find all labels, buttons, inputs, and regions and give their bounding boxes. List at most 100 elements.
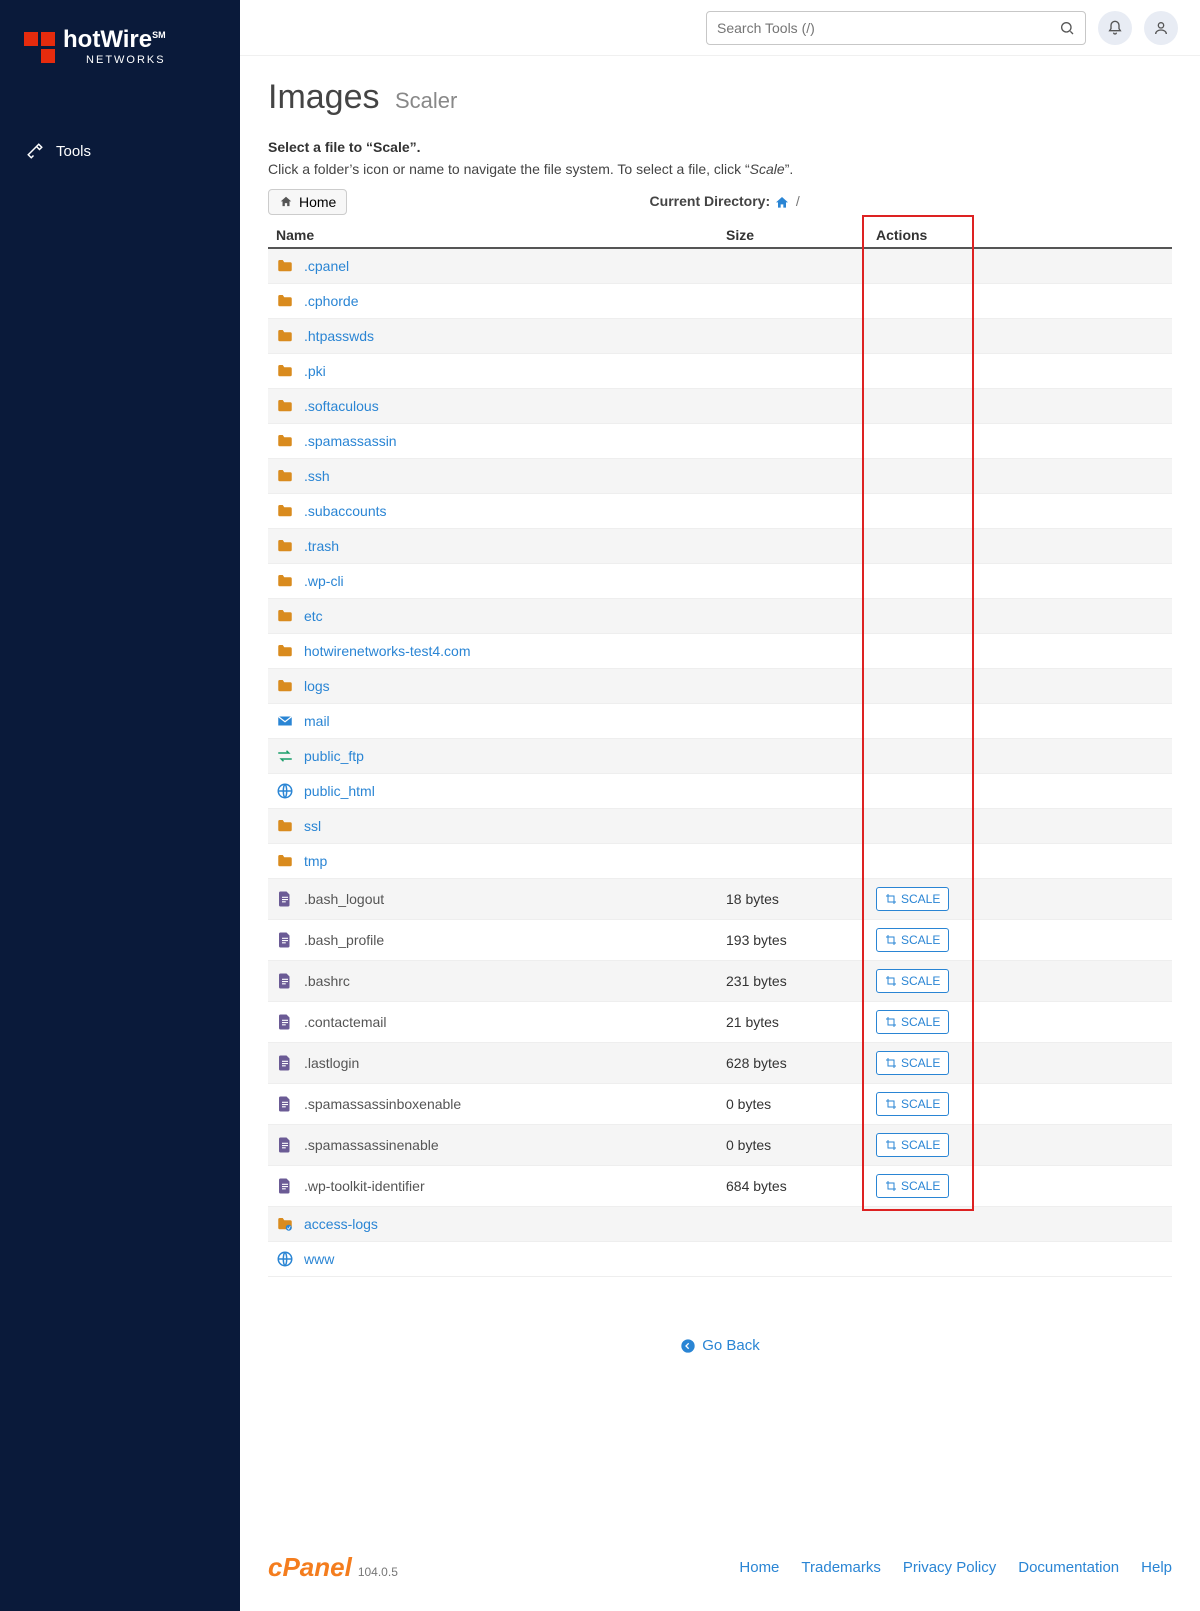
mail-icon[interactable]: [276, 712, 294, 730]
folder-icon[interactable]: [276, 502, 294, 520]
folder-link[interactable]: tmp: [304, 853, 327, 869]
folder-link[interactable]: etc: [304, 608, 323, 624]
globe-icon[interactable]: [276, 782, 294, 800]
footer-link-trademarks[interactable]: Trademarks: [801, 1559, 880, 1576]
table-row: mail: [268, 704, 1172, 739]
folder-link[interactable]: .cpanel: [304, 258, 349, 274]
folder-link[interactable]: hotwirenetworks-test4.com: [304, 643, 471, 659]
folder-link[interactable]: public_html: [304, 783, 375, 799]
brand-logo[interactable]: hotWireSM NETWORKS: [0, 0, 240, 98]
scale-label: SCALE: [901, 933, 940, 947]
table-row: .wp-cli: [268, 564, 1172, 599]
table-row: .trash: [268, 529, 1172, 564]
folder-link[interactable]: ssl: [304, 818, 321, 834]
folder-icon[interactable]: [276, 327, 294, 345]
file-icon: [276, 1095, 294, 1113]
folder-icon[interactable]: [276, 852, 294, 870]
footer-link-documentation[interactable]: Documentation: [1018, 1559, 1119, 1576]
folder-link[interactable]: logs: [304, 678, 330, 694]
go-back-link[interactable]: Go Back: [680, 1337, 760, 1354]
folder-link[interactable]: access-logs: [304, 1216, 378, 1232]
scale-button[interactable]: SCALE: [876, 1133, 949, 1157]
folder-link[interactable]: .subaccounts: [304, 503, 387, 519]
logo-mark-icon: [24, 32, 55, 63]
folder-link[interactable]: .htpasswds: [304, 328, 374, 344]
file-name: .spamassassinenable: [304, 1137, 439, 1153]
folder-icon[interactable]: [276, 607, 294, 625]
folder-link[interactable]: .trash: [304, 538, 339, 554]
folder-link[interactable]: public_ftp: [304, 748, 364, 764]
user-icon: [1153, 20, 1169, 36]
file-size: [718, 529, 868, 564]
footer-link-home[interactable]: Home: [739, 1559, 779, 1576]
account-button[interactable]: [1144, 11, 1178, 45]
table-row: .bash_logout 18 bytes SCALE: [268, 879, 1172, 920]
scale-button[interactable]: SCALE: [876, 1174, 949, 1198]
table-row: .htpasswds: [268, 319, 1172, 354]
file-size: [718, 424, 868, 459]
folder-icon[interactable]: [276, 292, 294, 310]
sidebar-item-tools[interactable]: Tools: [0, 132, 240, 170]
table-row: .bashrc 231 bytes SCALE: [268, 961, 1172, 1002]
globe-icon[interactable]: [276, 1250, 294, 1268]
file-icon: [276, 1013, 294, 1031]
file-size: [718, 459, 868, 494]
folder-link[interactable]: mail: [304, 713, 330, 729]
folder-icon[interactable]: [276, 817, 294, 835]
folder-link[interactable]: .softaculous: [304, 398, 379, 414]
folder-icon[interactable]: [276, 432, 294, 450]
home-button[interactable]: Home: [268, 189, 347, 215]
folder-icon[interactable]: [276, 642, 294, 660]
scale-button[interactable]: SCALE: [876, 1092, 949, 1116]
scale-button[interactable]: SCALE: [876, 969, 949, 993]
folder-icon[interactable]: [276, 467, 294, 485]
footer-link-privacy-policy[interactable]: Privacy Policy: [903, 1559, 996, 1576]
sidebar-item-label: Tools: [56, 143, 91, 160]
folder-link[interactable]: .spamassassin: [304, 433, 397, 449]
current-directory: Current Directory: /: [347, 193, 1102, 210]
table-row: etc: [268, 599, 1172, 634]
file-size: 628 bytes: [718, 1043, 868, 1084]
home-path-icon[interactable]: [774, 195, 790, 211]
crop-icon: [885, 1098, 897, 1110]
scale-button[interactable]: SCALE: [876, 1051, 949, 1075]
column-name[interactable]: Name: [268, 221, 718, 248]
instruction-em: Scale: [750, 161, 785, 177]
footer-link-help[interactable]: Help: [1141, 1559, 1172, 1576]
ftp-icon[interactable]: [276, 747, 294, 765]
instruction-suffix: ”.: [785, 161, 794, 177]
scale-button[interactable]: SCALE: [876, 1010, 949, 1034]
file-icon: [276, 972, 294, 990]
folder-icon[interactable]: [276, 362, 294, 380]
scale-button[interactable]: SCALE: [876, 928, 949, 952]
go-back-label: Go Back: [702, 1337, 760, 1354]
folder-icon[interactable]: [276, 572, 294, 590]
search-input[interactable]: [717, 20, 1059, 36]
folder-icon[interactable]: [276, 537, 294, 555]
file-size: 0 bytes: [718, 1125, 868, 1166]
cpanel-logo[interactable]: cPanel 104.0.5: [268, 1552, 398, 1583]
folder-icon[interactable]: [276, 397, 294, 415]
notifications-button[interactable]: [1098, 11, 1132, 45]
folder-link[interactable]: .pki: [304, 363, 326, 379]
shortcut-icon[interactable]: [276, 1215, 294, 1233]
folder-link[interactable]: .wp-cli: [304, 573, 344, 589]
table-row: .subaccounts: [268, 494, 1172, 529]
folder-icon[interactable]: [276, 677, 294, 695]
column-size[interactable]: Size: [718, 221, 868, 248]
folder-link[interactable]: www: [304, 1251, 334, 1267]
table-row: public_ftp: [268, 739, 1172, 774]
folder-link[interactable]: .ssh: [304, 468, 330, 484]
folder-icon[interactable]: [276, 257, 294, 275]
folder-link[interactable]: .cphorde: [304, 293, 358, 309]
page-title: Images Scaler: [268, 78, 1172, 117]
file-icon: [276, 1054, 294, 1072]
file-icon: [276, 890, 294, 908]
scale-button[interactable]: SCALE: [876, 887, 949, 911]
table-row: .lastlogin 628 bytes SCALE: [268, 1043, 1172, 1084]
column-actions[interactable]: Actions: [868, 221, 968, 248]
file-size: [718, 1207, 868, 1242]
file-name: .spamassassinboxenable: [304, 1096, 461, 1112]
search-box[interactable]: [706, 11, 1086, 45]
file-name: .bashrc: [304, 973, 350, 989]
